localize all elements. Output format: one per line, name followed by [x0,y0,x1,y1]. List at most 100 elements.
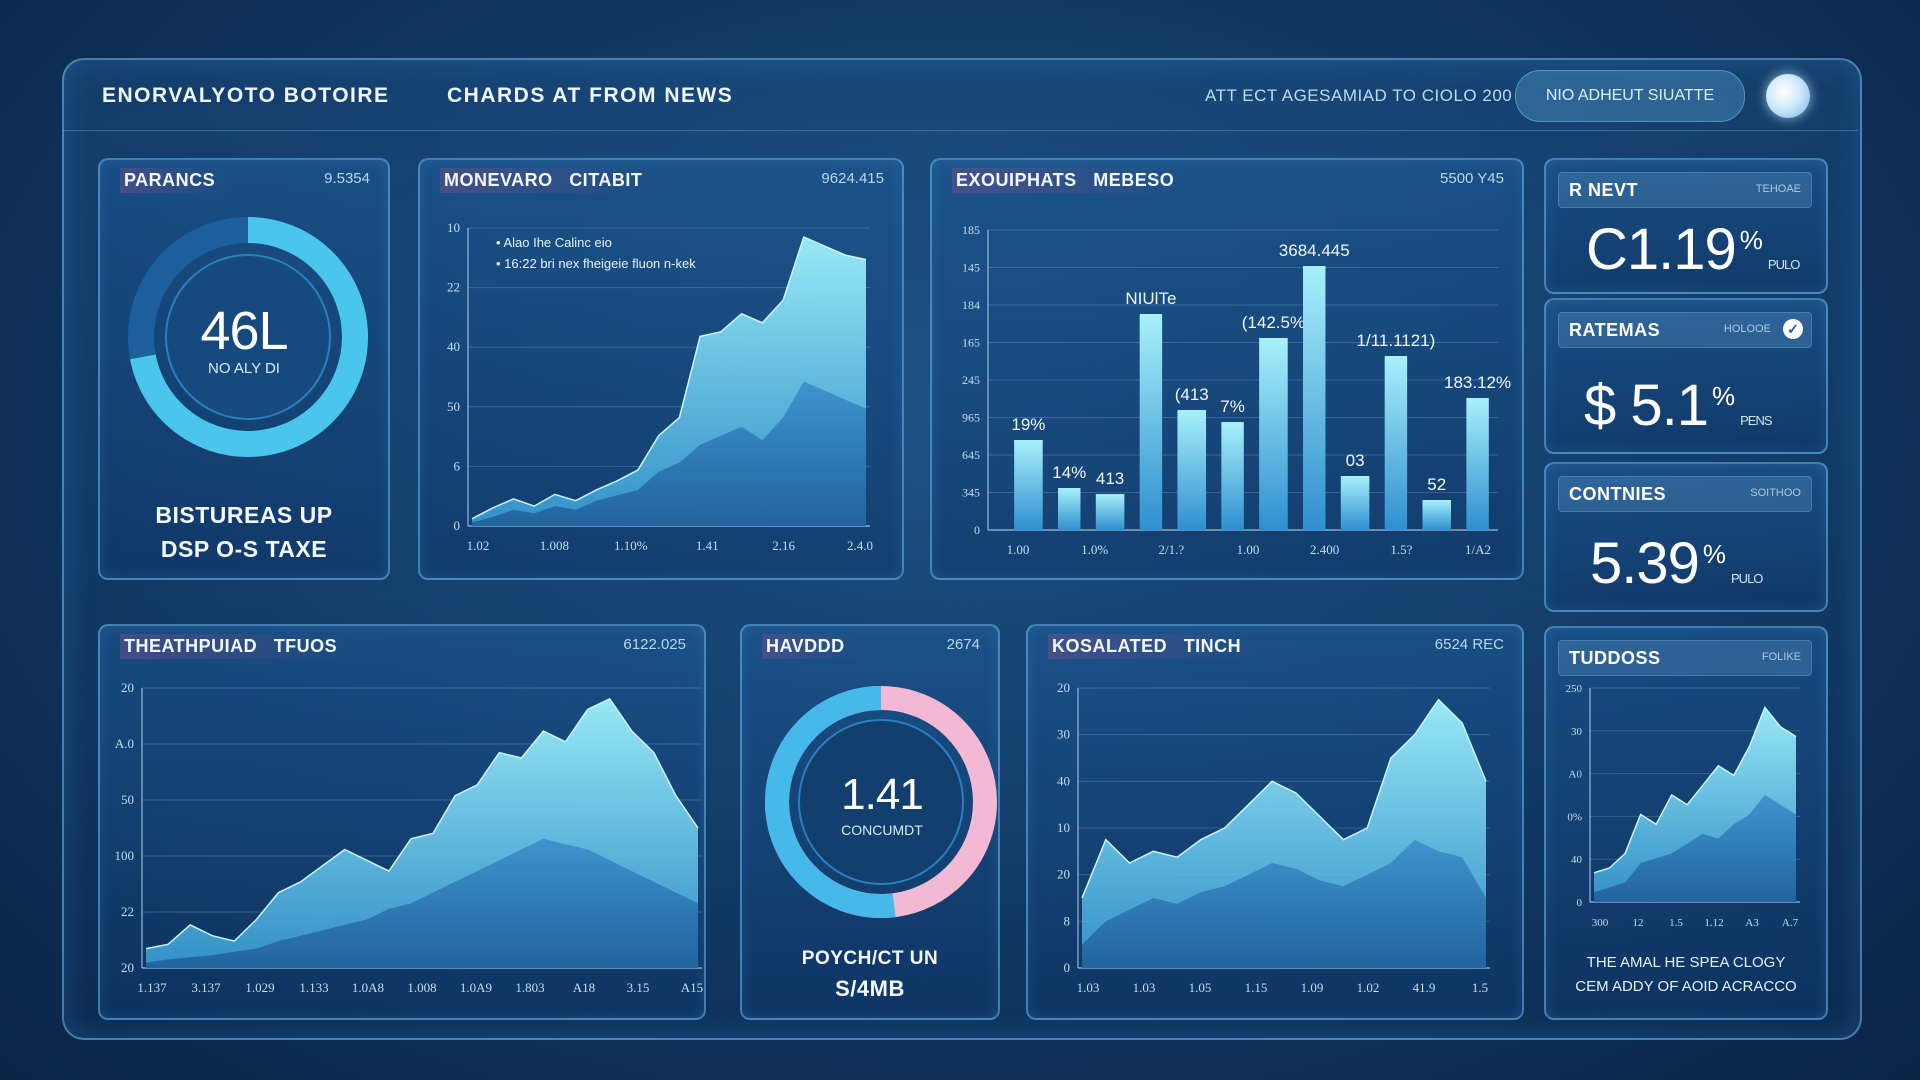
y-tick-label: 10 [447,220,460,235]
area-chart-2: 20A.05010022201.137 3.137 1.029 1.133 1.0A8 1… [115,680,704,995]
x-tick-label: A3 [1745,917,1759,929]
bar-chart-panel[interactable]: EXOUIPHATS MEBESO 5500 Y45 185 145 184 165 2… [930,158,1524,580]
x-tick-label: 1.03 [1133,980,1156,995]
bar [1177,410,1207,530]
y-tick-label: 100 [115,848,135,863]
x-tick-label: 1.029 [245,980,274,995]
kpi-card-2[interactable]: RATEMAS HOLOOE ✓ $ 5.1 % PENS [1544,298,1828,454]
y-tick-label: 30 [1571,726,1583,738]
kpi-card-3[interactable]: CONTNIES SOITHOO 5.39 % PULO [1544,462,1828,612]
y-tick-label: 250 [1566,683,1583,695]
y-tick-label: 165 [962,336,980,350]
bar-data-label: NIUlTe [1125,289,1176,308]
kpi-number: C1.19 [1586,217,1737,282]
gauge-1-caption-1: BISTUREAS UP [155,502,333,528]
gauge-2-sub: CONCUMDT [841,822,923,838]
x-tick-label: 1.137 [137,980,167,995]
gauge-1-value: 46L [200,301,288,361]
y-tick-label: 0 [1064,960,1071,975]
x-tick-label: 2.4.0 [847,538,873,553]
kpi-header: RATEMAS HOLOOE ✓ [1558,312,1812,348]
y-tick-label: 20 [121,960,134,975]
x-tick-label: 1.008 [540,538,569,553]
gauge-panel-1[interactable]: PARANCS 9.5354 46L NO ALY DI BISTUREAS U… [98,158,390,580]
area-chart-panel-1[interactable]: MONEVARO CITABIT 9624.415 • Alao Ihe Cal… [418,158,904,580]
x-tick-label: 1.0A9 [460,980,492,995]
small-foot-2: CEM ADDY OF AOID ACRACCO [1575,978,1797,995]
bar [1466,398,1489,530]
bar-data-label: (142.5% [1242,313,1305,332]
x-tick-label: 1.10% [614,538,648,553]
bar [1422,500,1452,530]
y-tick-label: 30 [1057,727,1070,742]
kpi-number: 5.39 [1590,531,1700,596]
x-tick-label: 1.03 [1077,980,1100,995]
y-tick-label: 8 [1064,913,1071,928]
y-tick-label: A.0 [115,736,134,751]
bar-data-label: 1/11.1121) [1357,331,1436,350]
y-tick-label: 22 [447,280,460,295]
y-tick-label: 22 [121,904,134,919]
area-chart-panel-2[interactable]: THEATHPUIAD TFUOS 6122.025 20 A.0 50 100 22 2… [98,624,706,1020]
y-tick-label: 185 [962,223,980,237]
kpi-header: CONTNIES SOITHOO [1558,476,1812,512]
bar-data-label: 413 [1096,469,1124,488]
header-pill-button[interactable]: NIO ADHEUT SIUATTE [1515,70,1745,122]
kpi-unit: PULO [1767,257,1800,272]
kpi-number: $ 5.1 [1584,373,1709,438]
gauge-2-value: 1.41 [841,770,924,819]
header-status: ATT ECT AGESAMIAD TO CIOLO 200 [1205,86,1513,105]
kpi-value: C1.19 % PULO [1586,216,1800,283]
y-tick-label: 184 [962,298,980,312]
app-subtitle[interactable]: CHARDS AT FROM NEWS [447,84,733,108]
kpi-value: $ 5.1 % PENS [1584,372,1773,439]
x-tick-label: 1.41 [696,538,719,553]
y-tick-label: 50 [447,399,460,414]
x-tick-label: 1.133 [299,980,328,995]
bar-data-label: (413 [1175,385,1209,404]
y-tick-label: 20 [1057,867,1070,882]
app-title: ENORVALYOTO BOTOIRE [102,84,390,107]
kpi-title: R NEVT [1569,180,1639,200]
area-chart-panel-3[interactable]: KOSALATED TINCH 6524 REC 20 30 40 10 20 8 0 1.0… [1026,624,1524,1020]
kpi-unit: PULO [1731,571,1763,586]
bar [1384,356,1408,530]
x-tick-label: 1.5? [1390,542,1412,557]
y-tick-label: 10 [1057,820,1070,835]
x-tick-label: 41.9 [1413,980,1436,995]
x-tick-label: 3.15 [627,980,650,995]
x-tick-label: 1.5 [1472,980,1488,995]
x-tick-label: 1.05 [1189,980,1212,995]
x-tick-label: 12 [1633,917,1644,929]
x-tick-label: 3.137 [191,980,221,995]
check-icon[interactable]: ✓ [1783,319,1803,339]
gauge-panel-2[interactable]: HAVDDD 2674 1.41 CONCUMDT POYCH/CT UN S/… [740,624,1000,1020]
y-tick-label: 965 [962,411,980,425]
area-chart-1: 10224050601.02 1.008 1.10% 1.41 2.16 2.4.0 [447,220,873,553]
bar-data-label: 03 [1346,451,1365,470]
x-tick-label: A.7 [1782,917,1799,929]
kpi-unit: PENS [1740,413,1772,428]
y-tick-label: 0% [1567,811,1582,823]
gauge-1-sub: NO ALY DI [208,360,280,377]
bar [1303,266,1326,530]
swirl-logo-icon[interactable] [1766,74,1810,118]
bar [1139,314,1163,530]
x-tick-label: 1.02 [1357,980,1380,995]
x-tick-label: A15 [681,980,703,995]
x-tick-label: 1.803 [515,980,544,995]
small-chart-panel[interactable]: TUDDOSS FOLIKE 250 30 A0 0% 40 0 300 12 1.5 1.12 A… [1544,626,1828,1020]
y-tick-label: 0 [454,518,461,533]
bar [1221,422,1244,530]
y-tick-label: 345 [962,486,980,500]
small-foot-1: THE AMAL HE SPEA CLOGY [1586,954,1786,971]
kpi-title: RATEMAS [1569,320,1661,340]
y-tick-label: 20 [121,680,134,695]
x-tick-label: A18 [573,980,595,995]
kpi-card-1[interactable]: R NEVT TEHOAE C1.19 % PULO [1544,158,1828,294]
y-tick-label: 40 [1057,773,1070,788]
bar-data-label: 19% [1011,415,1045,434]
x-tick-label: 1.00 [1237,542,1260,557]
kpi-percent: % [1702,538,1726,569]
x-tick-label: 1.15 [1245,980,1268,995]
